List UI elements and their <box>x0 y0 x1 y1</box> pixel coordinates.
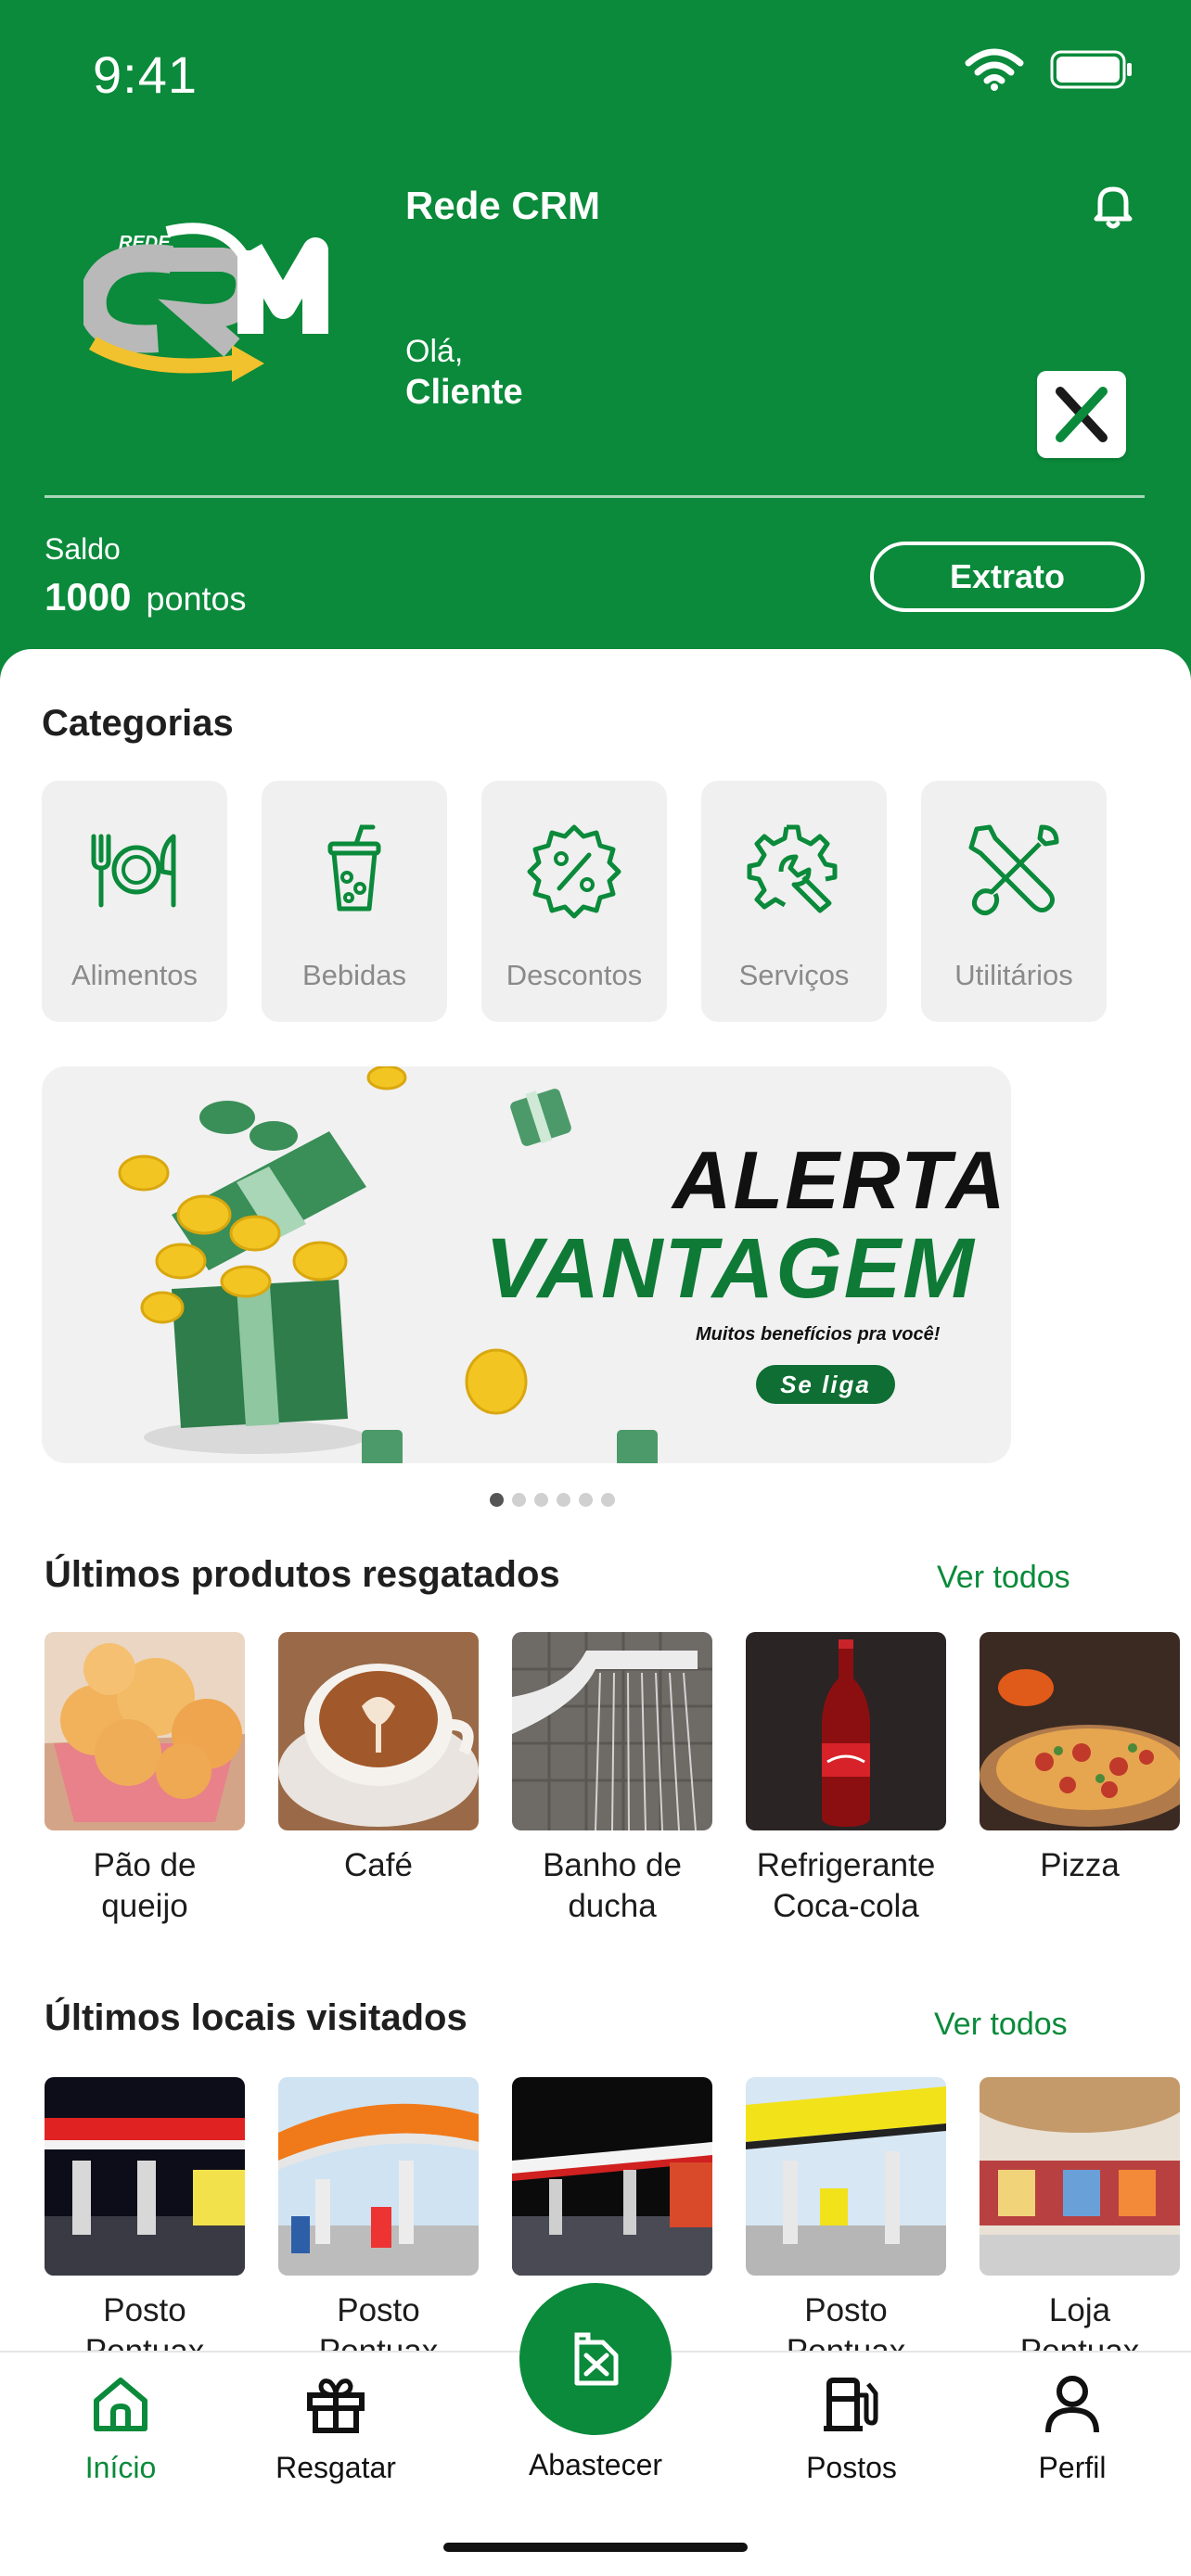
product-image-coca-cola <box>746 1632 946 1830</box>
carousel-dot[interactable] <box>512 1493 526 1507</box>
products-title: Últimos produtos resgatados <box>45 1554 560 1595</box>
category-label: Descontos <box>506 959 643 991</box>
fuel-pump-icon <box>824 2378 878 2431</box>
product-card[interactable]: Pão de queijo <box>45 1632 245 1927</box>
place-card[interactable]: PostoPontuax <box>746 2077 946 2372</box>
product-name: Pão de queijo <box>93 1847 197 1924</box>
category-servicos[interactable]: Serviços <box>701 781 887 1022</box>
place-card[interactable]: PostoPontuax <box>45 2077 245 2372</box>
place-image <box>278 2077 479 2276</box>
battery-icon <box>1050 50 1132 89</box>
tools-icon <box>968 824 1059 916</box>
home-icon <box>94 2378 147 2431</box>
carousel-dot[interactable] <box>534 1493 548 1507</box>
cup-icon <box>327 824 381 912</box>
balance-unit: pontos <box>146 580 247 618</box>
places-title: Últimos locais visitados <box>45 1997 467 2038</box>
app-name: Rede CRM <box>405 184 601 227</box>
balance-value: 1000 <box>45 575 132 618</box>
place-card[interactable]: PostoPontuax <box>278 2077 479 2372</box>
tab-home[interactable]: Início <box>28 2371 213 2485</box>
carousel-dot[interactable] <box>601 1493 615 1507</box>
tab-profile[interactable]: Perfil <box>980 2371 1165 2485</box>
banner-cta-button[interactable]: Se liga <box>756 1365 895 1404</box>
place-card[interactable]: LojaPontuax <box>980 2077 1180 2372</box>
tab-stations-label: Postos <box>806 2451 897 2484</box>
carousel-dot[interactable] <box>557 1493 570 1507</box>
place-image <box>45 2077 245 2276</box>
category-utilitarios[interactable]: Utilitários <box>921 781 1107 1022</box>
banner-title-line1: ALERTA <box>672 1134 1007 1226</box>
tab-redeem[interactable]: Resgatar <box>243 2371 429 2485</box>
category-alimentos[interactable]: Alimentos <box>42 781 227 1022</box>
place-image <box>746 2077 946 2276</box>
home-indicator <box>443 2543 748 2552</box>
category-descontos[interactable]: Descontos <box>481 781 667 1022</box>
tab-profile-label: Perfil <box>1038 2451 1107 2484</box>
brand-logo: REDE <box>78 223 352 399</box>
banner-subtitle: Muitos benefícios pra você! <box>696 1324 941 1345</box>
place-image <box>980 2077 1180 2276</box>
gift-icon <box>307 2378 365 2433</box>
tab-fuel-label[interactable]: Abastecer <box>482 2448 709 2482</box>
bell-icon[interactable] <box>1087 180 1139 232</box>
product-name: Refrigerante Coca-cola <box>756 1847 936 1924</box>
place-image <box>512 2077 712 2276</box>
x-logo-icon <box>1056 387 1108 442</box>
banner-title-line2: VANTAGEM <box>485 1221 976 1316</box>
category-label: Alimentos <box>70 959 198 991</box>
category-label: Bebidas <box>301 959 407 991</box>
gear-wrench-icon <box>747 824 838 913</box>
carousel-dots[interactable] <box>490 1493 615 1507</box>
product-image-banho-de-ducha <box>512 1632 712 1830</box>
header-divider <box>45 495 1145 498</box>
status-time: 9:41 <box>93 45 198 104</box>
category-label: Utilitários <box>954 959 1073 991</box>
wifi-icon <box>965 48 1024 91</box>
discount-badge-icon <box>527 824 621 919</box>
product-image-pao-de-queijo <box>45 1632 245 1830</box>
tab-redeem-label: Resgatar <box>275 2451 396 2484</box>
product-name: Café <box>344 1847 413 1883</box>
promo-banner[interactable]: ALERTA VANTAGEM Muitos benefícios pra vo… <box>42 1066 1011 1463</box>
user-name: Cliente <box>405 373 523 412</box>
fuel-fab-button[interactable] <box>519 2283 672 2435</box>
places-see-all-link[interactable]: Ver todos <box>934 2007 1068 2043</box>
carousel-dot[interactable] <box>490 1493 504 1507</box>
tab-stations[interactable]: Postos <box>759 2371 944 2485</box>
greeting: Olá, <box>405 334 464 369</box>
header: 9:41 REDE Rede CRM Olá, Cliente Saldo 10… <box>0 0 1191 686</box>
user-icon <box>1045 2376 1099 2433</box>
balance-label: Saldo <box>45 532 121 566</box>
product-image-pizza <box>980 1632 1180 1830</box>
fuel-can-icon <box>574 2332 619 2386</box>
category-label: Serviços <box>738 959 850 991</box>
balance: 1000 pontos <box>45 575 247 619</box>
plate-cutlery-icon <box>91 834 176 908</box>
product-card[interactable]: Refrigerante Coca-cola <box>746 1632 946 1927</box>
products-see-all-link[interactable]: Ver todos <box>937 1560 1070 1596</box>
product-name: Banho de ducha <box>543 1847 682 1924</box>
statement-button[interactable]: Extrato <box>870 542 1145 612</box>
product-image-cafe <box>278 1632 479 1830</box>
category-bebidas[interactable]: Bebidas <box>262 781 447 1022</box>
status-icons <box>965 48 1133 91</box>
tab-home-label: Início <box>84 2451 157 2484</box>
product-card[interactable]: Café <box>278 1632 479 1886</box>
x-badge[interactable] <box>1037 371 1126 458</box>
carousel-dot[interactable] <box>579 1493 593 1507</box>
product-card[interactable]: Pizza <box>980 1632 1180 1886</box>
categories-title: Categorias <box>42 703 234 744</box>
product-name: Pizza <box>1040 1847 1120 1883</box>
product-card[interactable]: Banho de ducha <box>512 1632 712 1927</box>
